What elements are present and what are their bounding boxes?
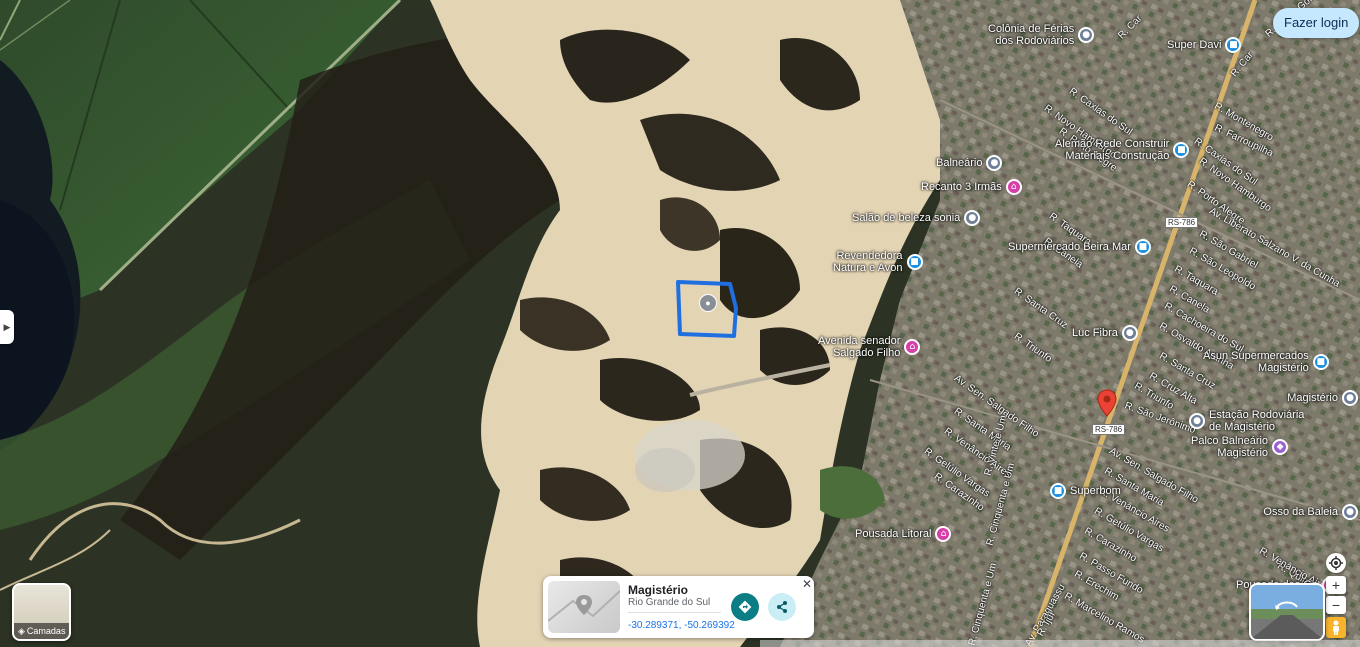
my-location-button[interactable] <box>1326 553 1346 573</box>
lodging-icon: ⌂ <box>1005 179 1022 195</box>
poi-marker[interactable]: ● Estação Rodoviária de Magistério <box>1189 409 1304 433</box>
poi-marker[interactable]: ■ Revendedora Natura e Avon <box>833 250 923 274</box>
place-icon: ● <box>1189 413 1205 429</box>
shopping-icon: ■ <box>1312 354 1329 370</box>
poi-label: Avenida senador Salgado Filho <box>818 335 901 359</box>
poi-label: Alemão Rede Construir Materiais Construç… <box>1055 138 1170 162</box>
map-thumbnail-icon <box>548 590 620 622</box>
side-panel-toggle[interactable]: ▶ <box>0 310 14 344</box>
poi-label: Super Davi <box>1167 39 1222 51</box>
pegman-icon <box>1333 620 1339 635</box>
poi-label: Pousada Litoral <box>855 528 932 540</box>
chevron-right-icon: ▶ <box>3 321 11 332</box>
poi-marker[interactable]: ⌂ Pousada Litoral <box>855 526 952 542</box>
shopping-icon: ■ <box>1050 483 1066 499</box>
poi-label: Palco Balneário Magistério <box>1191 435 1269 459</box>
building-icon: ● <box>1078 27 1095 43</box>
shopping-icon: ■ <box>1134 239 1151 255</box>
poi-label: Asun Supermercados Magistério <box>1203 350 1309 374</box>
poi-marker[interactable]: ■ Super Davi <box>1167 37 1242 53</box>
landmark-icon: ◆ <box>1272 439 1289 455</box>
poi-label: Magistério <box>1287 392 1338 404</box>
poi-marker[interactable]: ■ Supermercado Beira Mar <box>1008 239 1151 255</box>
my-location-icon <box>1329 556 1343 570</box>
place-coordinates[interactable]: -30.289371, -50.269392 <box>628 620 735 631</box>
poi-marker[interactable]: ⌂ Recanto 3 Irmãs <box>921 179 1022 195</box>
place-icon: ● <box>1342 390 1358 406</box>
directions-icon <box>738 600 752 614</box>
poi-label: Colônia de Férias dos Rodoviários <box>988 23 1075 47</box>
red-location-pin-icon[interactable] <box>1097 389 1117 417</box>
poi-label: Superbom <box>1070 485 1121 497</box>
poi-label: Salão de beleza sonia <box>852 212 961 224</box>
layers-icon: ◈ <box>18 626 25 636</box>
poi-marker[interactable]: ● Colônia de Férias dos Rodoviários <box>988 23 1095 47</box>
lodging-icon: ⌂ <box>935 526 952 542</box>
poi-label: Supermercado Beira Mar <box>1008 241 1131 253</box>
street-view-thumbnail[interactable] <box>1249 583 1325 641</box>
share-button[interactable] <box>768 593 796 621</box>
poi-label: Osso da Baleia <box>1263 506 1338 518</box>
poi-marker[interactable]: ■ Alemão Rede Construir Materiais Constru… <box>1055 138 1190 162</box>
share-icon <box>777 601 787 613</box>
layers-text: Camadas <box>26 626 66 636</box>
place-region: Rio Grande do Sul <box>628 597 711 608</box>
poi-marker[interactable]: ● Balneário <box>936 155 1003 171</box>
poi-label: Estação Rodoviária de Magistério <box>1209 409 1305 433</box>
poi-marker[interactable]: ■ Asun Supermercados Magistério <box>1203 350 1329 374</box>
poi-label: Revendedora Natura e Avon <box>833 250 903 274</box>
layers-button[interactable]: ◈ Camadas <box>12 583 71 641</box>
divider <box>628 612 721 613</box>
poi-marker[interactable]: ● Luc Fibra <box>1072 325 1138 341</box>
close-icon[interactable]: ✕ <box>802 577 812 591</box>
poi-marker[interactable]: ● Magistério <box>1287 390 1358 406</box>
poi-marker[interactable]: ■ Superbom <box>1050 483 1121 499</box>
place-title: Magistério <box>628 583 689 597</box>
shopping-icon: ■ <box>1173 142 1190 158</box>
attribution-bar <box>760 640 1360 647</box>
directions-button[interactable] <box>731 593 759 621</box>
poi-label: Recanto 3 Irmãs <box>921 181 1002 193</box>
satellite-map[interactable]: ● RS-786 RS-786 R. CarR. Bento Gonçalves… <box>0 0 1360 647</box>
street-view-preview <box>1251 601 1323 639</box>
street-view-pegman[interactable] <box>1326 617 1346 638</box>
login-button[interactable]: Fazer login <box>1273 8 1360 38</box>
shopping-icon: ■ <box>906 254 923 270</box>
route-shield: RS-786 <box>1092 424 1126 435</box>
place-thumbnail[interactable] <box>548 581 620 633</box>
place-icon: ● <box>986 155 1003 171</box>
lodging-icon: ⌂ <box>904 339 921 355</box>
place-icon: ● <box>1121 325 1138 341</box>
poi-marker[interactable]: ● Osso da Baleia <box>1263 504 1358 520</box>
zoom-out-button[interactable]: − <box>1326 596 1346 614</box>
layers-label: ◈ Camadas <box>14 623 69 639</box>
zoom-in-button[interactable]: + <box>1326 576 1346 594</box>
place-marker-icon[interactable]: ● <box>699 294 717 312</box>
poi-marker[interactable]: ● Salão de beleza sonia <box>852 210 981 226</box>
route-shield: RS-786 <box>1165 217 1199 228</box>
place-icon: ● <box>1342 504 1358 520</box>
poi-marker[interactable]: ⌂ Avenida senador Salgado Filho <box>818 335 921 359</box>
place-icon: ● <box>964 210 981 226</box>
poi-label: Luc Fibra <box>1072 327 1118 339</box>
place-info-card[interactable]: Magistério Rio Grande do Sul -30.289371,… <box>543 576 814 638</box>
poi-label: Balneário <box>936 157 983 169</box>
poi-marker[interactable]: ◆ Palco Balneário Magistério <box>1191 435 1289 459</box>
shopping-icon: ■ <box>1225 37 1242 53</box>
